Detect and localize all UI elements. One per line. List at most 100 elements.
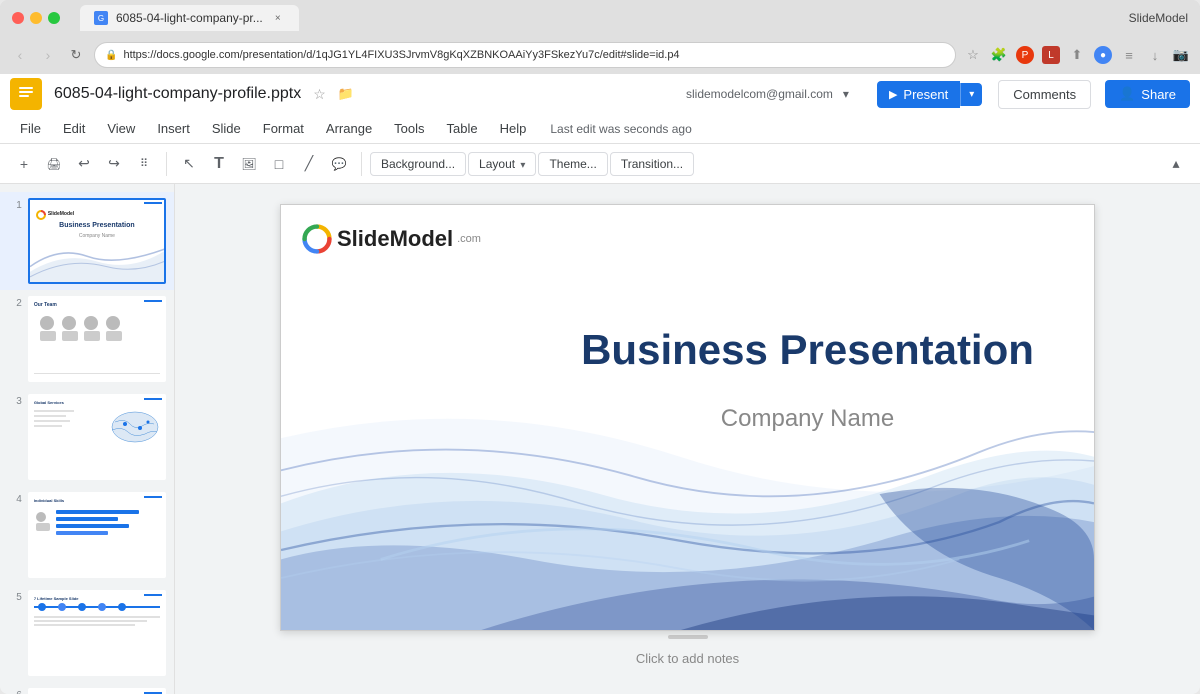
slide-thumbnail-4: Individual Skills (28, 492, 166, 578)
slide-title-area[interactable]: Business Presentation (561, 325, 1054, 375)
toolbar: + 🖨 ↩ ↪ ⠿ ↖ T 🖼 □ ╱ 💬 Background. (0, 144, 1200, 184)
background-button[interactable]: Background... (370, 152, 466, 176)
redo-button[interactable]: ↪ (100, 150, 128, 178)
tab-title: 6085-04-light-company-pr... (116, 11, 263, 25)
transition-button[interactable]: Transition... (610, 152, 694, 176)
menu-tools[interactable]: Tools (384, 117, 434, 140)
comment-button[interactable]: 💬 (325, 150, 353, 178)
layout-button[interactable]: Layout ▾ (468, 152, 536, 176)
menu-view[interactable]: View (97, 117, 145, 140)
slide-number-3: 3 (8, 394, 22, 407)
folder-button[interactable]: 📁 (338, 86, 354, 102)
traffic-lights (12, 12, 60, 24)
slide-thumbnail-2: Our Team (28, 296, 166, 382)
bookmark-icon[interactable]: ☆ (964, 46, 982, 64)
logo-dot-com: .com (457, 233, 481, 245)
present-dropdown-button[interactable]: ▾ (960, 83, 982, 106)
main-area: 1 SlideModel (0, 184, 1200, 694)
user-email: slidemodelcom@gmail.com (686, 87, 833, 101)
address-actions: ☆ 🧩 P L ⬆ ● ≡ ↓ 📷 (964, 46, 1190, 64)
extension-icon-7[interactable]: ↓ (1146, 46, 1164, 64)
slide-item-5[interactable]: 5 7 Lifetime Sample Slide (0, 584, 174, 682)
menu-slide[interactable]: Slide (202, 117, 251, 140)
slide-item-4[interactable]: 4 Individual Skills (0, 486, 174, 584)
slide-logo: SlideModel.com (301, 223, 481, 255)
slide-subtitle-area[interactable]: Company Name (561, 405, 1054, 433)
canvas-area[interactable]: SlideModel.com Business Presentation Com… (175, 184, 1200, 694)
slide-item-3[interactable]: 3 Global Services (0, 388, 174, 486)
theme-button[interactable]: Theme... (538, 152, 607, 176)
slide-item-2[interactable]: 2 Our Team (0, 290, 174, 388)
menu-edit[interactable]: Edit (53, 117, 95, 140)
last-edit-status: Last edit was seconds ago (550, 122, 691, 136)
toolbar-group-slide: Background... Layout ▾ Theme... Transiti… (370, 152, 694, 176)
doc-name: 6085-04-light-company-profile.pptx (54, 85, 301, 103)
menu-help[interactable]: Help (490, 117, 537, 140)
menu-bar: File Edit View Insert Slide Format Arran… (0, 114, 1200, 144)
menu-arrange[interactable]: Arrange (316, 117, 382, 140)
star-button[interactable]: ☆ (313, 86, 326, 103)
menu-insert[interactable]: Insert (147, 117, 200, 140)
forward-button[interactable]: › (38, 45, 58, 65)
slide-number-1: 1 (8, 198, 22, 211)
slides-header: 6085-04-light-company-profile.pptx ☆ 📁 s… (0, 74, 1200, 184)
slide-number-6: 6 (8, 688, 22, 694)
toolbar-separator-2 (361, 152, 362, 176)
back-button[interactable]: ‹ (10, 45, 30, 65)
tab-bar: G 6085-04-light-company-pr... × (80, 5, 1121, 31)
slide-panel: 1 SlideModel (0, 184, 175, 694)
slide-title-text: Business Presentation (561, 325, 1054, 375)
slide-number-5: 5 (8, 590, 22, 603)
extension-icon-3[interactable]: L (1042, 46, 1060, 64)
extension-icon-4[interactable]: ⬆ (1068, 46, 1086, 64)
undo-button[interactable]: ↩ (70, 150, 98, 178)
tab-close-button[interactable]: × (271, 11, 285, 25)
toolbar-group-select: ↖ T 🖼 □ ╱ 💬 (175, 150, 353, 178)
slide-number-2: 2 (8, 296, 22, 309)
slide-item-6[interactable]: 6 3 Columns Sample Slide (0, 682, 174, 694)
main-slide-canvas[interactable]: SlideModel.com Business Presentation Com… (280, 204, 1095, 631)
comments-button[interactable]: Comments (998, 80, 1091, 109)
slide-thumbnail-5: 7 Lifetime Sample Slide (28, 590, 166, 676)
present-button[interactable]: ▶ Present (877, 81, 960, 108)
line-tool-button[interactable]: ╱ (295, 150, 323, 178)
slide-thumbnail-6: 3 Columns Sample Slide (28, 688, 166, 694)
address-bar: ‹ › ↻ 🔒 https://docs.google.com/presenta… (0, 36, 1200, 74)
slide-thumbnail-3: Global Services (28, 394, 166, 480)
notes-area[interactable]: Click to add notes (195, 643, 1180, 674)
shape-tool-button[interactable]: □ (265, 150, 293, 178)
extension-icon-6[interactable]: ≡ (1120, 46, 1138, 64)
select-tool-button[interactable]: ↖ (175, 150, 203, 178)
menu-format[interactable]: Format (253, 117, 314, 140)
collapse-toolbar-button[interactable]: ▴ (1162, 150, 1190, 178)
reload-button[interactable]: ↻ (66, 45, 86, 65)
extension-icon-2[interactable]: P (1016, 46, 1034, 64)
zoom-in-button[interactable]: + (10, 150, 38, 178)
doc-title-bar: 6085-04-light-company-profile.pptx ☆ 📁 s… (0, 74, 1200, 114)
notes-placeholder: Click to add notes (636, 651, 739, 666)
menu-table[interactable]: Table (437, 117, 488, 140)
extension-icon-1[interactable]: 🧩 (990, 46, 1008, 64)
close-window-button[interactable] (12, 12, 24, 24)
toolbar-right: ▴ (1162, 150, 1190, 178)
present-button-group: ▶ Present ▾ (877, 81, 982, 108)
text-tool-button[interactable]: T (205, 150, 233, 178)
share-button[interactable]: 👤 Share (1105, 80, 1190, 108)
maximize-window-button[interactable] (48, 12, 60, 24)
share-icon: 👤 (1119, 86, 1135, 102)
extension-icon-5[interactable]: ● (1094, 46, 1112, 64)
url-bar[interactable]: 🔒 https://docs.google.com/presentation/d… (94, 42, 956, 68)
toolbar-separator-1 (166, 152, 167, 176)
url-text: https://docs.google.com/presentation/d/1… (123, 49, 679, 61)
paint-format-button[interactable]: ⠿ (130, 150, 158, 178)
print-button[interactable]: 🖨 (40, 150, 68, 178)
user-dropdown-arrow[interactable]: ▾ (843, 87, 849, 101)
browser-tab[interactable]: G 6085-04-light-company-pr... × (80, 5, 299, 31)
slide-number-4: 4 (8, 492, 22, 505)
menu-file[interactable]: File (10, 117, 51, 140)
extension-icon-8[interactable]: 📷 (1172, 46, 1190, 64)
slide-item-1[interactable]: 1 SlideModel (0, 192, 174, 290)
minimize-window-button[interactable] (30, 12, 42, 24)
image-insert-button[interactable]: 🖼 (235, 150, 263, 178)
present-icon: ▶ (889, 88, 897, 101)
